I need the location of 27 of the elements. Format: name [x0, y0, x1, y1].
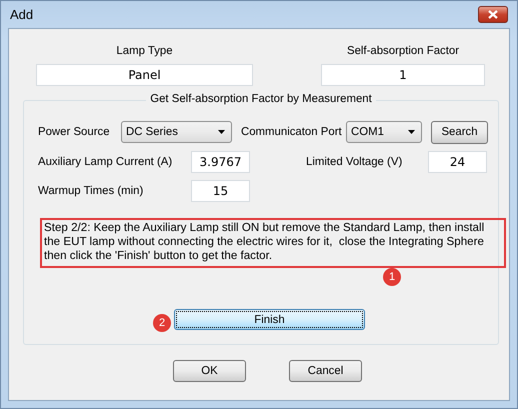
caret-icon [408, 130, 415, 134]
caret-icon [218, 130, 225, 134]
field-label: Limited Voltage (V) [306, 156, 404, 168]
callout-badge: 2 [153, 314, 171, 332]
field-label: Auxiliary Lamp Current (A) [38, 156, 174, 168]
voltage-field[interactable]: 24 [428, 151, 487, 173]
close-icon [488, 10, 498, 19]
finish-button[interactable]: Finish [174, 309, 365, 330]
callout-badge: 1 [383, 268, 401, 286]
close-button[interactable] [478, 6, 508, 23]
port-dropdown[interactable]: COM1 [346, 121, 422, 143]
warmup-field[interactable]: 15 [191, 180, 250, 202]
window-title: Add [10, 7, 34, 22]
ok-button[interactable]: OK [173, 360, 246, 382]
field-label: Power Source [38, 126, 111, 138]
lamp-type-field[interactable]: Panel [36, 64, 253, 86]
field-label: Self-absorption Factor [346, 45, 460, 57]
cancel-button[interactable]: Cancel [289, 360, 362, 382]
search-button[interactable]: Search [431, 120, 488, 144]
power-source-dropdown[interactable]: DC Series [121, 121, 232, 143]
field-label: Warmup Times (min) [38, 185, 144, 197]
field-label: Communicaton Port [241, 126, 343, 138]
group-title: Get Self-absorption Factor by Measurement [146, 93, 376, 105]
field-label: Lamp Type [116, 45, 173, 57]
current-field[interactable]: 3.9767 [191, 151, 250, 173]
factor-field[interactable]: 1 [321, 64, 485, 86]
instruction-text: Step 2/2: Keep the Auxiliary Lamp still ON but remove the Standard Lamp, then install the EUT lamp without connecting the electric wires for it, close the Integrating Sphere then click the 'Finish' button to get the factor. [40, 218, 506, 268]
